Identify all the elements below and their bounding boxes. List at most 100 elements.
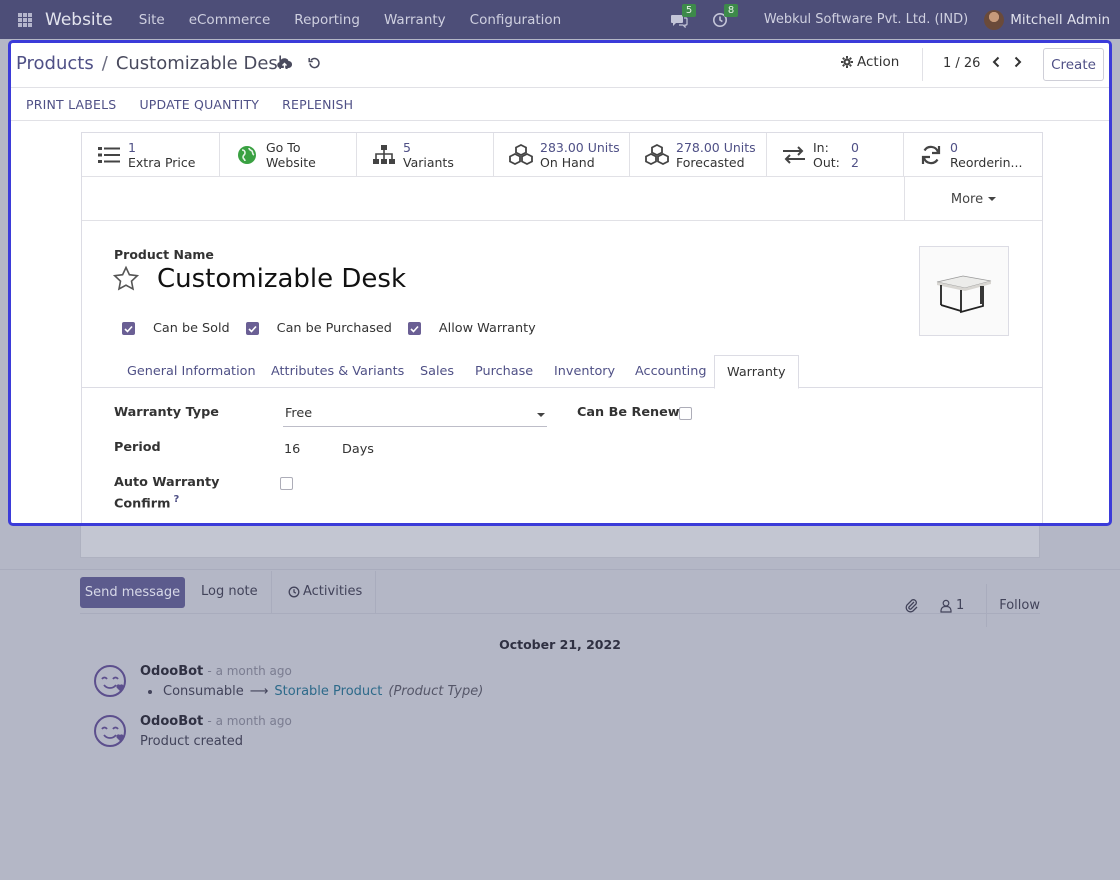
product-form-panel: Products / Customizable Desk Action 1 / … xyxy=(8,40,1112,526)
can-be-sold-label[interactable]: Can be Sold xyxy=(153,321,230,336)
chatter-separator xyxy=(271,571,272,614)
replenish-button[interactable]: REPLENISH xyxy=(282,97,353,112)
tab-purchase[interactable]: Purchase xyxy=(475,355,533,388)
cloud-upload-icon[interactable] xyxy=(277,57,292,70)
log-note-button[interactable]: Log note xyxy=(201,584,258,599)
menu-item-configuration[interactable]: Configuration xyxy=(470,12,562,28)
tab-warranty[interactable]: Warranty xyxy=(714,355,799,389)
create-button[interactable]: Create xyxy=(1043,48,1104,81)
action-label: Action xyxy=(857,54,900,70)
message-author[interactable]: OdooBot xyxy=(140,664,203,679)
chatter-separator xyxy=(375,571,376,614)
extra-price-label: Extra Price xyxy=(128,154,196,170)
allow-warranty-label[interactable]: Allow Warranty xyxy=(439,321,536,336)
warranty-type-value: Free xyxy=(285,406,313,421)
sitemap-icon xyxy=(371,142,397,168)
can-be-purchased-label[interactable]: Can be Purchased xyxy=(277,321,392,336)
arrow-icon: ⟶ xyxy=(249,684,269,699)
allow-warranty-checkbox[interactable] xyxy=(407,322,421,335)
on-hand-button[interactable]: 283.00 Units On Hand xyxy=(494,133,630,177)
message-author[interactable]: OdooBot xyxy=(140,714,203,729)
menu-item-site[interactable]: Site xyxy=(139,12,165,28)
in-out-button[interactable]: In: 0 Out: 2 xyxy=(767,133,904,177)
message-time: - a month ago xyxy=(207,664,292,678)
breadcrumb-products-link[interactable]: Products xyxy=(16,53,94,74)
pager-value[interactable]: 1 / 26 xyxy=(943,56,980,71)
in-count: 0 xyxy=(851,139,859,155)
tab-general-information[interactable]: General Information xyxy=(127,355,256,388)
caret-down-icon xyxy=(988,197,997,201)
out-count: 2 xyxy=(851,154,859,170)
go-to-website-button[interactable]: Go To Website xyxy=(220,133,357,177)
smart-buttons-more-row: More xyxy=(82,177,1042,221)
auto-warranty-confirm-checkbox[interactable] xyxy=(280,477,293,490)
exchange-icon xyxy=(781,142,807,168)
product-image[interactable] xyxy=(919,246,1009,336)
reordering-label: Reorderin... xyxy=(950,154,1023,170)
user-menu[interactable]: Mitchell Admin xyxy=(1010,12,1110,28)
product-name-label: Product Name xyxy=(114,247,214,262)
chevron-right-icon[interactable] xyxy=(1013,56,1023,68)
can-be-renew-checkbox[interactable] xyxy=(679,407,692,420)
clock-icon xyxy=(288,586,300,597)
can-be-purchased-checkbox[interactable] xyxy=(245,322,259,335)
forecasted-button[interactable]: 278.00 Units Forecasted xyxy=(630,133,767,177)
caret-down-icon xyxy=(537,413,545,417)
form-status-icons xyxy=(277,57,321,70)
update-quantity-button[interactable]: UPDATE QUANTITY xyxy=(139,97,259,112)
odoobot-avatar xyxy=(94,665,126,697)
app-brand[interactable]: Website xyxy=(45,10,113,30)
attachment-button[interactable] xyxy=(904,598,918,613)
activities-chatter-button[interactable]: Activities xyxy=(288,584,362,599)
tab-attributes-variants[interactable]: Attributes & Variants xyxy=(271,355,404,388)
activities-button[interactable]: 8 xyxy=(712,3,739,30)
can-be-sold-checkbox[interactable] xyxy=(122,322,135,335)
tab-sales[interactable]: Sales xyxy=(420,355,454,388)
company-switcher[interactable]: Webkul Software Pvt. Ltd. (IND) xyxy=(764,12,968,27)
help-tooltip-icon[interactable]: ? xyxy=(173,494,179,505)
period-input[interactable]: 16 xyxy=(284,442,300,457)
chevron-left-icon[interactable] xyxy=(991,56,1001,68)
reordering-rules-button[interactable]: 0 Reorderin... xyxy=(904,133,1042,177)
more-smart-buttons-dropdown[interactable]: More xyxy=(904,177,1042,221)
warranty-type-select[interactable]: Free xyxy=(283,401,547,427)
cubes-icon xyxy=(644,142,670,168)
menu-item-reporting[interactable]: Reporting xyxy=(294,12,360,28)
apps-menu-icon[interactable] xyxy=(18,12,32,27)
tab-accounting[interactable]: Accounting xyxy=(635,355,706,388)
reordering-count: 0 xyxy=(950,139,958,155)
forecasted-label: Forecasted xyxy=(676,154,745,170)
forecasted-quantity: 278.00 Units xyxy=(676,139,756,155)
form-statusbar: PRINT LABELS UPDATE QUANTITY REPLENISH xyxy=(11,88,1109,121)
form-notebook-tabs: General Information Attributes & Variant… xyxy=(82,355,1042,389)
user-avatar[interactable] xyxy=(984,9,1005,30)
extra-price-button[interactable]: 1 Extra Price xyxy=(82,133,220,177)
message-date-separator: October 21, 2022 xyxy=(499,637,621,652)
followers-button[interactable]: 1 xyxy=(940,598,964,613)
pager-navigation xyxy=(991,56,1023,68)
action-menu-button[interactable]: Action xyxy=(841,54,899,70)
form-sheet: 1 Extra Price Go To Website 5 Variants 283.… xyxy=(81,132,1043,523)
tracking-values: Consumable ⟶ Storable Product (Product T… xyxy=(140,684,483,699)
favorite-star-icon[interactable] xyxy=(112,265,140,293)
on-hand-label: On Hand xyxy=(540,154,595,170)
out-label: Out: xyxy=(813,154,840,170)
checkmark-icon xyxy=(124,325,133,333)
chatter-message: OdooBot - a month ago Product created xyxy=(93,714,292,749)
print-labels-button[interactable]: PRINT LABELS xyxy=(26,97,116,112)
tab-inventory[interactable]: Inventory xyxy=(554,355,615,388)
menu-item-warranty[interactable]: Warranty xyxy=(384,12,446,28)
tracked-field: (Product Type) xyxy=(388,684,484,699)
product-name-field[interactable]: Customizable Desk xyxy=(157,264,406,294)
messages-button[interactable]: 5 xyxy=(670,3,697,30)
discard-changes-icon[interactable] xyxy=(308,57,321,70)
variants-button[interactable]: 5 Variants xyxy=(357,133,494,177)
message-content: OdooBot - a month ago Consumable ⟶ Stora… xyxy=(140,664,483,699)
menu-item-ecommerce[interactable]: eCommerce xyxy=(189,12,271,28)
list-icon xyxy=(96,142,122,168)
follow-button[interactable]: Follow xyxy=(999,598,1040,613)
warranty-type-label: Warranty Type xyxy=(114,405,219,420)
send-message-button[interactable]: Send message xyxy=(80,577,185,608)
breadcrumb-separator: / xyxy=(101,53,108,74)
in-label: In: xyxy=(813,139,829,155)
